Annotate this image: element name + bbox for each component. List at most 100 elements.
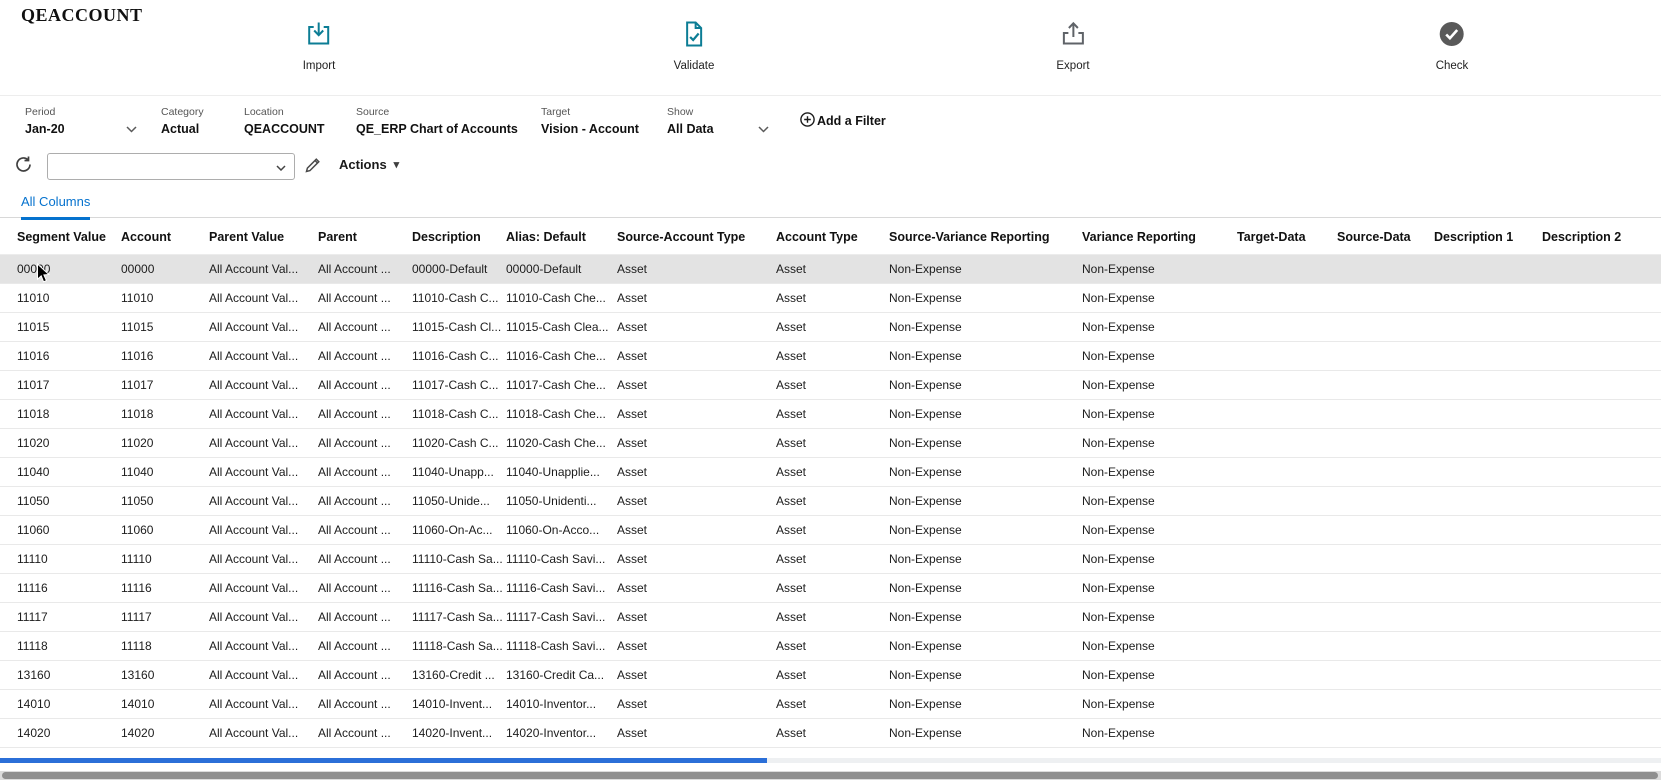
table-row[interactable]: 1101511015All Account Val...All Account … — [0, 312, 1661, 341]
table-cell — [1542, 428, 1661, 457]
edit-pencil-icon[interactable] — [303, 156, 323, 176]
table-cell: Non-Expense — [889, 689, 1082, 718]
table-cell: All Account Val... — [209, 399, 318, 428]
table-row[interactable]: 1111711117All Account Val...All Account … — [0, 602, 1661, 631]
table-row[interactable]: 1101711017All Account Val...All Account … — [0, 370, 1661, 399]
column-header[interactable]: Target-Data — [1237, 220, 1337, 254]
column-header[interactable]: Description — [412, 220, 506, 254]
table-cell — [1542, 602, 1661, 631]
table-cell — [1434, 399, 1542, 428]
table-cell: All Account Val... — [209, 602, 318, 631]
table-row[interactable]: 1104011040All Account Val...All Account … — [0, 457, 1661, 486]
table-row[interactable]: 1105011050All Account Val...All Account … — [0, 486, 1661, 515]
tab-all-columns[interactable]: All Columns — [21, 194, 90, 220]
table-cell: Non-Expense — [1082, 399, 1237, 428]
column-header[interactable]: Source-Account Type — [617, 220, 776, 254]
table-cell: 13160 — [121, 660, 209, 689]
column-header[interactable]: Parent — [318, 220, 412, 254]
column-header[interactable]: Account — [121, 220, 209, 254]
table-row[interactable]: 1101611016All Account Val...All Account … — [0, 341, 1661, 370]
table-cell: 11060-On-Acco... — [506, 515, 617, 544]
table-cell: All Account ... — [318, 573, 412, 602]
check-button[interactable]: Check — [1436, 20, 1469, 72]
table-cell: Asset — [776, 544, 889, 573]
import-button[interactable]: Import — [303, 20, 336, 72]
export-button[interactable]: Export — [1056, 20, 1089, 72]
window-scrollbar-thumb[interactable] — [2, 772, 1658, 779]
horizontal-scrollbar-thumb[interactable] — [0, 758, 767, 763]
table-cell: 11117-Cash Savi... — [506, 602, 617, 631]
table-cell: 11010-Cash C... — [412, 283, 506, 312]
table-cell: 11060 — [0, 515, 121, 544]
column-header[interactable]: Description 1 — [1434, 220, 1542, 254]
column-header[interactable]: Alias: Default — [506, 220, 617, 254]
table-cell: All Account ... — [318, 544, 412, 573]
table-cell: Asset — [776, 457, 889, 486]
target-field: Target Vision - Account — [541, 106, 639, 136]
table-row[interactable]: 1402014020All Account Val...All Account … — [0, 718, 1661, 747]
member-search-combobox[interactable] — [47, 153, 295, 180]
table-cell: All Account ... — [318, 486, 412, 515]
table-body: 0000000000All Account Val...All Account … — [0, 254, 1661, 747]
table-row[interactable]: 1101811018All Account Val...All Account … — [0, 399, 1661, 428]
table-cell — [1337, 457, 1434, 486]
table-cell — [1337, 515, 1434, 544]
table-cell: All Account Val... — [209, 544, 318, 573]
table-row[interactable]: 1111011110All Account Val...All Account … — [0, 544, 1661, 573]
table-row[interactable]: 1401014010All Account Val...All Account … — [0, 689, 1661, 718]
show-selector[interactable]: Show All Data — [667, 106, 769, 136]
table-row[interactable]: 1111811118All Account Val...All Account … — [0, 631, 1661, 660]
table-cell: Non-Expense — [889, 370, 1082, 399]
table-row[interactable]: 1102011020All Account Val...All Account … — [0, 428, 1661, 457]
table-cell — [1542, 341, 1661, 370]
table-cell: Asset — [776, 602, 889, 631]
table-cell: Asset — [617, 370, 776, 399]
column-header[interactable]: Description 2 — [1542, 220, 1661, 254]
column-header[interactable]: Segment Value — [0, 220, 121, 254]
period-selector[interactable]: Period Jan-20 — [25, 106, 137, 136]
table-cell: Asset — [617, 457, 776, 486]
table-row[interactable]: 0000000000All Account Val...All Account … — [0, 254, 1661, 283]
table-cell: All Account ... — [318, 341, 412, 370]
table-cell: 11118 — [121, 631, 209, 660]
add-filter-button[interactable]: Add a Filter — [800, 112, 886, 130]
table-cell: 11060-On-Ac... — [412, 515, 506, 544]
table-cell: All Account Val... — [209, 660, 318, 689]
table-cell — [1542, 399, 1661, 428]
table-row[interactable]: 1106011060All Account Val...All Account … — [0, 515, 1661, 544]
column-header[interactable]: Parent Value — [209, 220, 318, 254]
table-cell: Asset — [776, 689, 889, 718]
table-cell: Asset — [617, 312, 776, 341]
column-header[interactable]: Variance Reporting — [1082, 220, 1237, 254]
target-label: Target — [541, 106, 639, 118]
column-header[interactable]: Account Type — [776, 220, 889, 254]
chevron-down-icon — [126, 122, 137, 136]
table-cell — [1237, 399, 1337, 428]
table-row[interactable]: 1101011010All Account Val...All Account … — [0, 283, 1661, 312]
table-cell: 11117-Cash Sa... — [412, 602, 506, 631]
table-cell: All Account Val... — [209, 254, 318, 283]
table-cell: 11010 — [121, 283, 209, 312]
table-row[interactable]: 1111611116All Account Val...All Account … — [0, 573, 1661, 602]
table-cell — [1542, 660, 1661, 689]
table-cell — [1542, 254, 1661, 283]
column-header[interactable]: Source-Data — [1337, 220, 1434, 254]
table-cell: Non-Expense — [889, 515, 1082, 544]
table-cell — [1237, 428, 1337, 457]
table-cell: 11118-Cash Sa... — [412, 631, 506, 660]
table-cell: Non-Expense — [889, 341, 1082, 370]
table-cell — [1337, 602, 1434, 631]
table-cell — [1434, 689, 1542, 718]
table-cell — [1237, 312, 1337, 341]
table-cell — [1237, 573, 1337, 602]
table-row[interactable]: 1316013160All Account Val...All Account … — [0, 660, 1661, 689]
table-cell: 11017-Cash Che... — [506, 370, 617, 399]
table-cell: 14020 — [121, 718, 209, 747]
validate-icon — [680, 20, 708, 51]
column-header[interactable]: Source-Variance Reporting — [889, 220, 1082, 254]
table-cell: All Account ... — [318, 312, 412, 341]
table-cell: All Account Val... — [209, 341, 318, 370]
validate-button[interactable]: Validate — [674, 20, 715, 72]
actions-menu-button[interactable]: Actions ▾ — [339, 157, 399, 172]
refresh-icon[interactable] — [13, 155, 33, 175]
